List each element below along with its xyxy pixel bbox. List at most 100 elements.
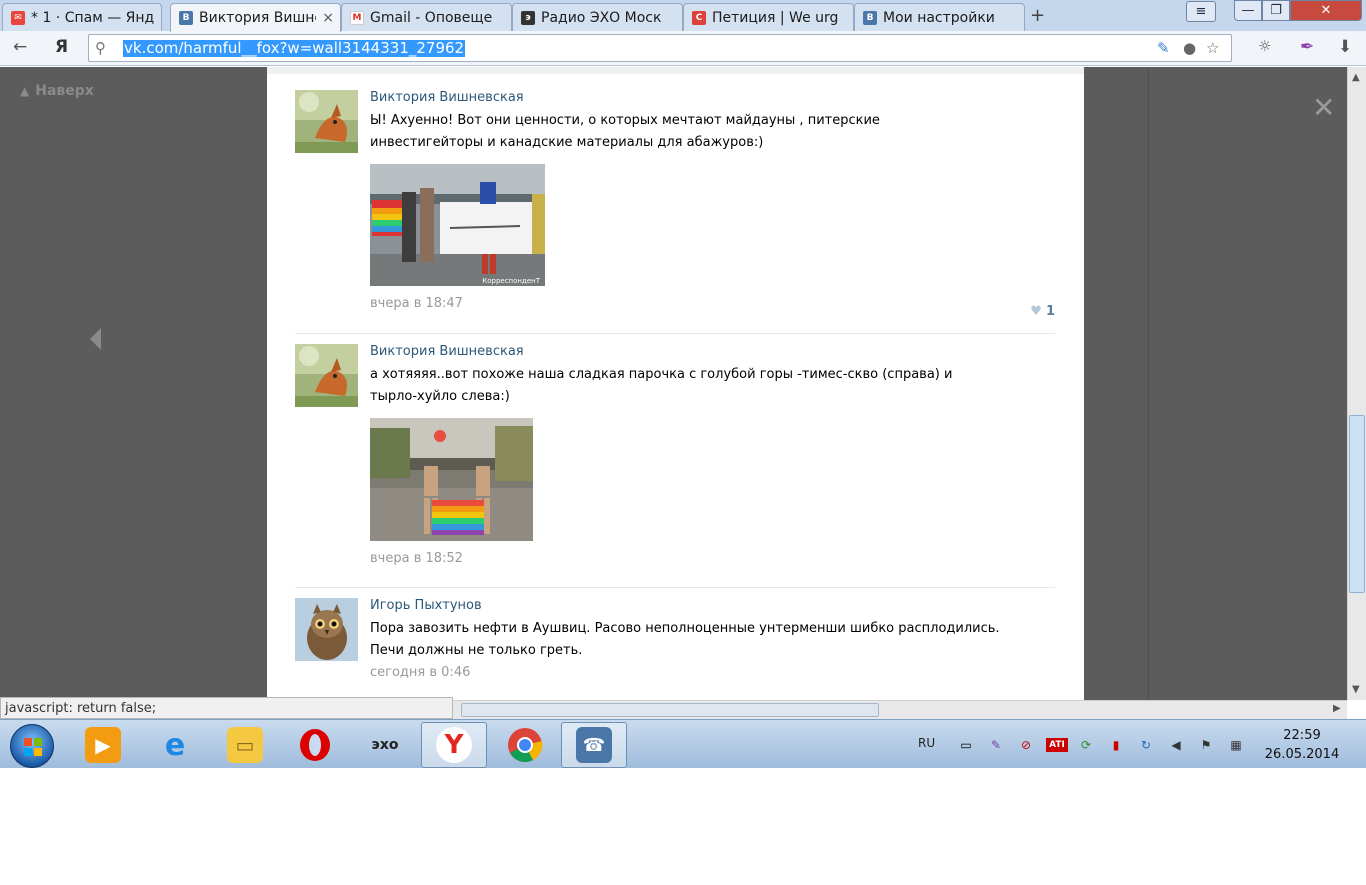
browser-toolbar: ← Я ⚲ vk.com/harmful__fox?w=wall3144331_… [0, 31, 1366, 66]
address-bar[interactable]: ⚲ vk.com/harmful__fox?w=wall3144331_2796… [88, 34, 1232, 62]
post-comments-card: Виктория Вишневская Ы! Ахуенно! Вот они … [267, 67, 1084, 700]
comment-author-link[interactable]: Виктория Вишневская [370, 344, 1050, 364]
comment-text-line: инвестигейторы и канадские материалы для… [370, 135, 764, 150]
no-sound-tray-icon[interactable]: ⊘ [1018, 738, 1034, 752]
file-explorer-icon: ▭ [227, 727, 263, 763]
vk-icon: B [179, 11, 193, 25]
horizontal-scrollbar[interactable]: ▶ [453, 700, 1347, 719]
comment-body: Виктория Вишневская Ы! Ахуенно! Вот они … [370, 90, 1050, 312]
tab-vk-victoria[interactable]: B Виктория Вишне × [170, 3, 341, 32]
comment-text-line: а хотяяяя..вот похоже наша сладкая пароч… [370, 367, 953, 382]
phone-app-icon: ☎ [576, 727, 612, 763]
avatar[interactable] [295, 598, 358, 661]
close-overlay-icon[interactable]: ✕ [1312, 91, 1335, 124]
chrome-icon [507, 727, 543, 763]
yandex-browser-icon: Y [436, 727, 472, 763]
back-arrow-icon[interactable]: ← [13, 37, 27, 57]
taskbar-echo-radio[interactable]: эхо [352, 722, 418, 768]
comment-text-line: Ы! Ахуенно! Вот они ценности, о которых … [370, 113, 880, 128]
app-tray-icon[interactable]: ✎ [988, 738, 1004, 752]
tab-vk-settings[interactable]: B Мои настройки [854, 3, 1025, 31]
like-button[interactable]: ♥ 1 [1030, 304, 1055, 319]
action-center-flag-icon[interactable]: ⚑ [1198, 738, 1214, 752]
vertical-scroll-thumb[interactable] [1349, 415, 1365, 593]
taskbar-yandex-browser[interactable]: Y [421, 722, 487, 768]
status-bar: javascript: return false; [0, 697, 453, 719]
taskbar-media-player[interactable]: ▶ [70, 722, 136, 768]
desktop-screen: ✉ * 1 · Спам — Янде B Виктория Вишне × M… [0, 0, 1366, 768]
system-clock[interactable]: 22:59 26.05.2014 [1262, 726, 1342, 764]
maximize-button[interactable]: ❐ [1262, 0, 1290, 21]
start-button[interactable] [10, 724, 54, 768]
comment-text-line: Печи должны не только греть. [370, 643, 583, 658]
search-icon: ⚲ [95, 39, 106, 57]
browser-tab-strip: ✉ * 1 · Спам — Янде B Виктория Вишне × M… [0, 0, 1366, 32]
comment-text: Пора завозить нефти в Аушвиц. Расово неп… [370, 618, 1020, 662]
update-tray-icon[interactable]: ↻ [1138, 738, 1154, 752]
download-icon[interactable]: ⬇ [1338, 37, 1352, 57]
tab-title: Петиция | We urg [712, 9, 839, 26]
volume-icon[interactable]: ◀ [1168, 738, 1184, 752]
scroll-to-top-link[interactable]: ▲ Наверх [20, 83, 94, 99]
taskbar-chrome[interactable] [492, 722, 558, 768]
ati-tray-icon[interactable]: ATI [1046, 738, 1068, 752]
prev-post-arrow-icon[interactable] [90, 328, 101, 350]
tab-yandex-mail[interactable]: ✉ * 1 · Спам — Янде [2, 3, 162, 31]
tab-close-icon[interactable]: × [322, 10, 334, 26]
tab-title: Мои настройки [883, 9, 995, 26]
gmail-icon: M [350, 10, 364, 25]
horizontal-scroll-thumb[interactable] [461, 703, 879, 717]
comment-photo[interactable]: КорреспонденТ [370, 164, 545, 286]
taskbar-internet-explorer[interactable]: e [142, 722, 208, 768]
tab-petition[interactable]: C Петиция | We urg [683, 3, 854, 31]
network-tray-icon[interactable]: ▭ [958, 738, 974, 752]
comment-item: Виктория Вишневская а хотяяяя..вот похож… [295, 344, 1055, 574]
scroll-right-arrow-icon[interactable]: ▶ [1333, 703, 1341, 714]
minimize-button[interactable]: — [1234, 0, 1262, 21]
media-player-icon: ▶ [85, 727, 121, 763]
language-indicator[interactable]: RU [918, 736, 935, 750]
taskbar-phone-app[interactable]: ☎ [561, 722, 627, 768]
brush-icon[interactable]: ✎ [1157, 39, 1170, 57]
scroll-down-arrow-icon[interactable]: ▼ [1352, 684, 1360, 695]
vertical-scrollbar[interactable]: ▲ ▼ [1347, 67, 1366, 700]
page-viewport: ▲ Наверх ✕ Виктория Вишневская Ы! Ахуенн… [0, 67, 1347, 700]
comment-text-line: Пора завозить нефти в Аушвиц. Расово неп… [370, 621, 1000, 636]
internet-explorer-icon: e [164, 727, 186, 763]
new-tab-button[interactable]: + [1030, 5, 1045, 26]
network-status-icon[interactable]: ▦ [1228, 738, 1244, 752]
comment-text: Ы! Ахуенно! Вот они ценности, о которых … [370, 110, 970, 154]
bookmark-star-icon[interactable]: ☆ [1206, 39, 1219, 57]
taskbar-opera[interactable] [282, 722, 348, 768]
feather-icon[interactable]: ✒ [1300, 37, 1314, 57]
echo-icon: э [521, 10, 535, 25]
up-arrow-icon: ▲ [20, 84, 30, 98]
taskbar-file-explorer[interactable]: ▭ [212, 722, 278, 768]
sync-tray-icon[interactable]: ⟳ [1078, 738, 1094, 752]
comment-date[interactable]: вчера в 18:47 [370, 296, 1050, 312]
comment-item: Виктория Вишневская Ы! Ахуенно! Вот они … [295, 90, 1055, 330]
url-text[interactable]: vk.com/harmful__fox?w=wall3144331_27962 [123, 40, 466, 57]
avatar[interactable] [295, 90, 358, 153]
yandex-home-icon[interactable]: Я [55, 37, 68, 57]
tab-title: * 1 · Спам — Янде [31, 9, 155, 26]
avatar[interactable] [295, 344, 358, 407]
comment-author-link[interactable]: Виктория Вишневская [370, 90, 1050, 110]
comment-date[interactable]: сегодня в 0:46 [370, 665, 1050, 681]
scroll-up-arrow-icon[interactable]: ▲ [1352, 72, 1360, 83]
yandex-mail-icon: ✉ [11, 10, 25, 25]
echo-radio-icon: эхо [371, 737, 399, 753]
battery-tray-icon[interactable]: ▮ [1108, 738, 1124, 752]
tab-gmail[interactable]: M Gmail - Оповеще [341, 3, 512, 31]
tab-echo-radio[interactable]: э Радио ЭХО Моск [512, 3, 683, 31]
close-window-button[interactable]: ✕ [1290, 0, 1362, 21]
comment-photo[interactable] [370, 418, 533, 541]
bulb-icon[interactable]: ● [1183, 39, 1196, 57]
weather-icon[interactable]: ☼ [1258, 37, 1271, 55]
tab-title: Радио ЭХО Моск [541, 9, 662, 26]
comment-date[interactable]: вчера в 18:52 [370, 551, 1050, 567]
heart-icon: ♥ [1030, 304, 1042, 319]
comment-author-link[interactable]: Игорь Пыхтунов [370, 598, 1050, 618]
browser-menu-button[interactable]: ≡ [1186, 1, 1216, 22]
change-org-icon: C [692, 10, 706, 25]
